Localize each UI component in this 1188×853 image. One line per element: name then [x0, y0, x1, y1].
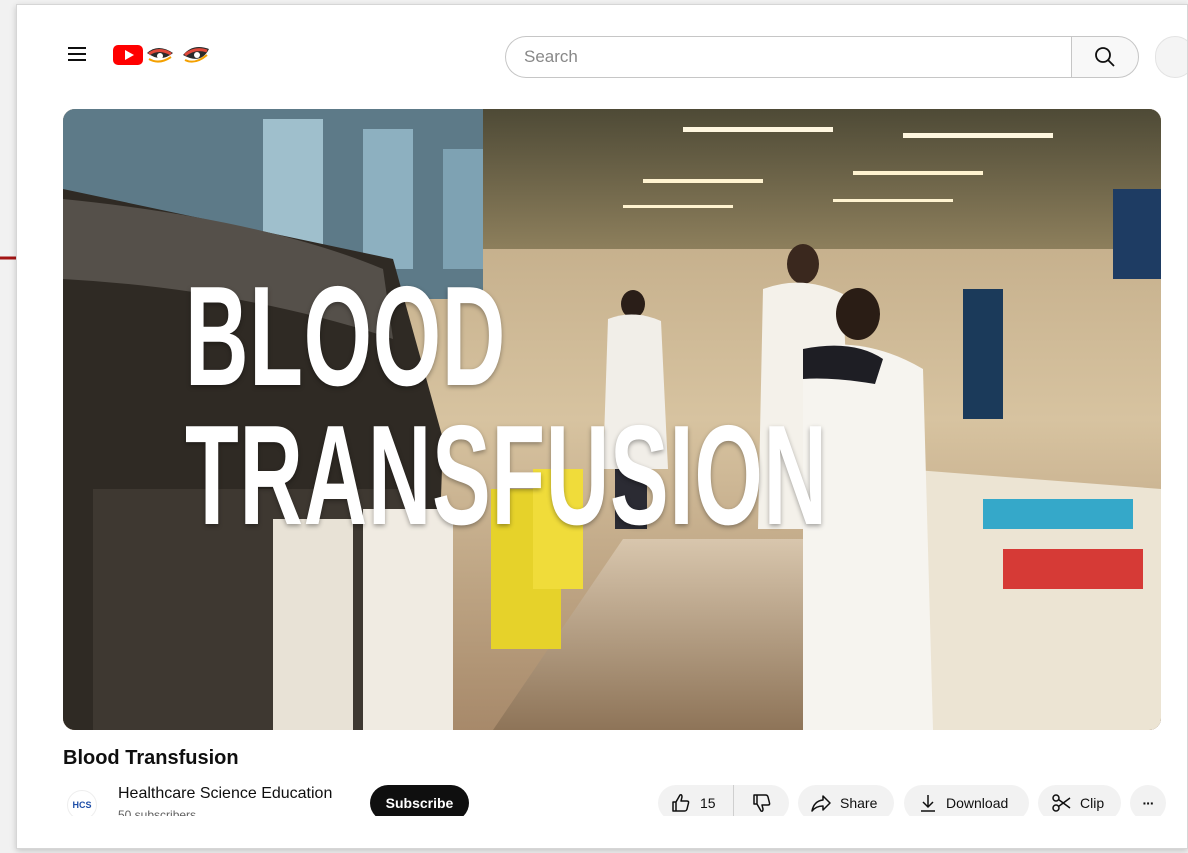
download-icon — [921, 795, 935, 812]
bottom-edge — [17, 816, 1187, 848]
search-box[interactable] — [505, 36, 1071, 78]
voice-search-button[interactable] — [1155, 36, 1187, 78]
download-label: Download — [946, 795, 1009, 811]
thumbs-down-icon — [752, 794, 770, 812]
search-button[interactable] — [1071, 36, 1139, 78]
youtube-logo-icon[interactable] — [113, 43, 223, 67]
channel-avatar-text: HCS — [72, 800, 92, 810]
masthead — [17, 5, 1187, 105]
overlay-line-1: BLOOD — [185, 257, 507, 416]
search-icon — [1095, 47, 1115, 67]
more-icon: ··· — [1142, 795, 1155, 811]
search-input[interactable] — [506, 37, 1071, 77]
menu-icon[interactable] — [65, 41, 91, 67]
share-label: Share — [840, 795, 878, 811]
clip-label: Clip — [1080, 795, 1105, 811]
share-icon — [811, 795, 831, 812]
clip-icon — [1052, 794, 1071, 812]
overlay-line-2: TRANSFUSION — [185, 396, 828, 556]
like-count: 15 — [700, 795, 716, 811]
browser-window: BLOOD TRANSFUSION Blood Transfusion HCS … — [16, 4, 1188, 849]
channel-name[interactable]: Healthcare Science Education — [118, 785, 332, 803]
thumbs-up-icon — [672, 794, 690, 812]
video-title: Blood Transfusion — [63, 747, 239, 769]
video-overlay-title: BLOOD TRANSFUSION — [185, 257, 828, 556]
video-player[interactable]: BLOOD TRANSFUSION — [63, 109, 1161, 730]
